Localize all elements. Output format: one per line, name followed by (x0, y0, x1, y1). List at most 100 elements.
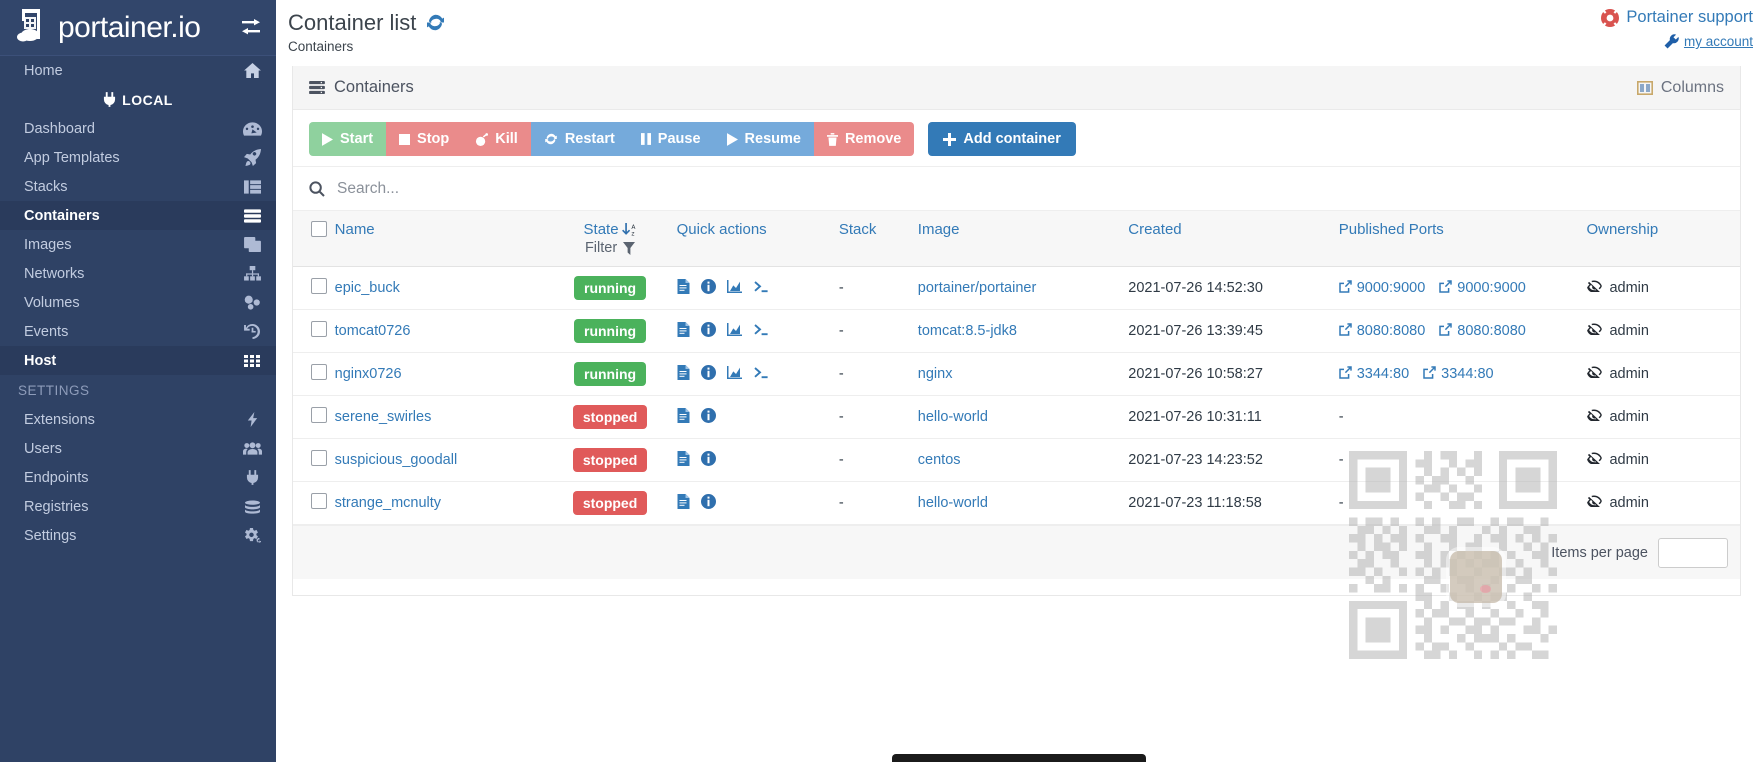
logs-icon[interactable] (677, 321, 690, 341)
row-checkbox[interactable] (311, 450, 327, 466)
column-header-ownership[interactable]: Ownership (1586, 211, 1740, 267)
image-link[interactable]: hello-world (918, 409, 988, 425)
column-header-stack[interactable]: Stack (838, 211, 918, 267)
container-name-link[interactable]: serene_swirles (335, 409, 432, 425)
published-port[interactable]: 9000:9000 (1338, 279, 1425, 297)
table-row[interactable]: suspicious_goodall stopped - centos 2021-07-… (293, 438, 1740, 482)
sidebar-item-volumes[interactable]: Volumes (0, 288, 276, 317)
sidebar-item-endpoints[interactable]: Endpoints (0, 463, 276, 492)
sidebar-item-stacks[interactable]: Stacks (0, 172, 276, 201)
sidebar-item-host[interactable]: Host (0, 346, 276, 375)
sidebar-item-extensions[interactable]: Extensions (0, 405, 276, 434)
collapse-arrows-icon[interactable] (240, 18, 262, 37)
stop-button[interactable]: Stop (386, 122, 463, 156)
column-header-image[interactable]: Image (917, 211, 1129, 267)
my-account-link[interactable]: my account (1601, 34, 1753, 49)
table-row[interactable]: nginx0726 running - nginx 2021-07-26 10:58:2… (293, 352, 1740, 396)
start-button[interactable]: Start (309, 122, 387, 156)
published-port[interactable]: 3344:80 (1423, 365, 1494, 383)
container-name-link[interactable]: suspicious_goodall (335, 452, 458, 468)
sidebar-item-images[interactable]: Images (0, 230, 276, 259)
info-icon[interactable] (700, 493, 716, 513)
row-checkbox[interactable] (311, 493, 327, 509)
items-per-page-select[interactable] (1658, 537, 1728, 568)
sidebar-item-containers[interactable]: Containers (0, 201, 276, 230)
external-link-icon[interactable] (1338, 322, 1352, 340)
eye-slash-icon[interactable] (1586, 366, 1603, 382)
console-icon[interactable] (753, 366, 769, 383)
external-link-icon[interactable] (1439, 279, 1453, 297)
sidebar-item-events[interactable]: Events (0, 317, 276, 346)
row-checkbox[interactable] (311, 321, 327, 337)
logs-icon[interactable] (677, 493, 690, 513)
container-name-link[interactable]: epic_buck (335, 280, 400, 296)
column-header-created[interactable]: Created (1128, 211, 1339, 267)
info-icon[interactable] (700, 450, 716, 470)
console-icon[interactable] (753, 280, 769, 297)
info-icon[interactable] (700, 407, 716, 427)
add-container-button[interactable]: Add container (928, 122, 1076, 156)
restart-button[interactable]: Restart (530, 122, 628, 156)
search-input[interactable] (337, 179, 737, 198)
eye-slash-icon[interactable] (1586, 409, 1603, 425)
image-link[interactable]: portainer/portainer (918, 280, 1037, 296)
container-name-link[interactable]: nginx0726 (335, 366, 402, 382)
row-checkbox[interactable] (311, 278, 327, 294)
logs-icon[interactable] (677, 407, 690, 427)
image-link[interactable]: centos (918, 452, 961, 468)
eye-slash-icon[interactable] (1586, 323, 1603, 339)
info-icon[interactable] (700, 364, 716, 384)
table-row[interactable]: epic_buck running - portainer/portainer 2021… (293, 266, 1740, 310)
refresh-icon[interactable] (425, 12, 446, 33)
image-link[interactable]: tomcat:8.5-jdk8 (918, 323, 1017, 339)
stats-icon[interactable] (726, 365, 742, 383)
external-link-icon[interactable] (1338, 279, 1352, 297)
portainer-support-link[interactable]: Portainer support (1601, 8, 1753, 27)
eye-slash-icon[interactable] (1586, 452, 1603, 468)
table-row[interactable]: strange_mcnulty stopped - hello-world 2021-0… (293, 481, 1740, 525)
published-port[interactable]: 8080:8080 (1439, 322, 1526, 340)
row-checkbox[interactable] (311, 407, 327, 423)
console-icon[interactable] (753, 323, 769, 340)
external-link-icon[interactable] (1423, 365, 1436, 383)
resume-button[interactable]: Resume (713, 122, 814, 156)
column-header-state[interactable]: State A z Filter (549, 211, 677, 267)
sidebar-item-home[interactable]: Home (0, 56, 276, 85)
external-link-icon[interactable] (1439, 322, 1453, 340)
container-name-link[interactable]: tomcat0726 (335, 323, 411, 339)
sidebar-item-networks[interactable]: Networks (0, 259, 276, 288)
published-port[interactable]: 8080:8080 (1338, 322, 1425, 340)
stats-icon[interactable] (726, 322, 742, 340)
published-port[interactable]: 3344:80 (1338, 365, 1409, 383)
sidebar-item-registries[interactable]: Registries (0, 492, 276, 521)
state-sort-control[interactable]: State A z (584, 221, 637, 238)
pause-button[interactable]: Pause (627, 122, 714, 156)
published-port[interactable]: 9000:9000 (1439, 279, 1526, 297)
external-link-icon[interactable] (1338, 365, 1352, 383)
info-icon[interactable] (700, 321, 716, 341)
remove-button[interactable]: Remove (813, 122, 915, 156)
sidebar-item-users[interactable]: Users (0, 434, 276, 463)
info-icon[interactable] (700, 278, 716, 298)
column-header-published-ports[interactable]: Published Ports (1338, 211, 1587, 267)
stats-icon[interactable] (726, 279, 742, 297)
logs-icon[interactable] (677, 450, 690, 470)
logs-icon[interactable] (677, 278, 690, 298)
kill-button[interactable]: Kill (462, 122, 531, 156)
column-header-name[interactable]: Name (334, 211, 550, 267)
sidebar-item-app-templates[interactable]: App Templates (0, 143, 276, 172)
table-row[interactable]: tomcat0726 running - tomcat:8.5-jdk8 2021-07… (293, 309, 1740, 353)
select-all-checkbox[interactable] (311, 221, 327, 237)
image-link[interactable]: hello-world (918, 495, 988, 511)
row-checkbox[interactable] (311, 364, 327, 380)
sidebar-logo-row[interactable]: portainer.io (0, 0, 276, 55)
sidebar-item-dashboard[interactable]: Dashboard (0, 114, 276, 143)
image-link[interactable]: nginx (918, 366, 953, 382)
state-filter-control[interactable]: Filter (585, 240, 636, 256)
sidebar-item-settings[interactable]: Settings (0, 521, 276, 550)
eye-slash-icon[interactable] (1586, 280, 1603, 296)
eye-slash-icon[interactable] (1586, 495, 1603, 511)
table-row[interactable]: serene_swirles stopped - hello-world 2021-07… (293, 395, 1740, 439)
columns-toggle[interactable]: Columns (1636, 79, 1724, 97)
logs-icon[interactable] (677, 364, 690, 384)
